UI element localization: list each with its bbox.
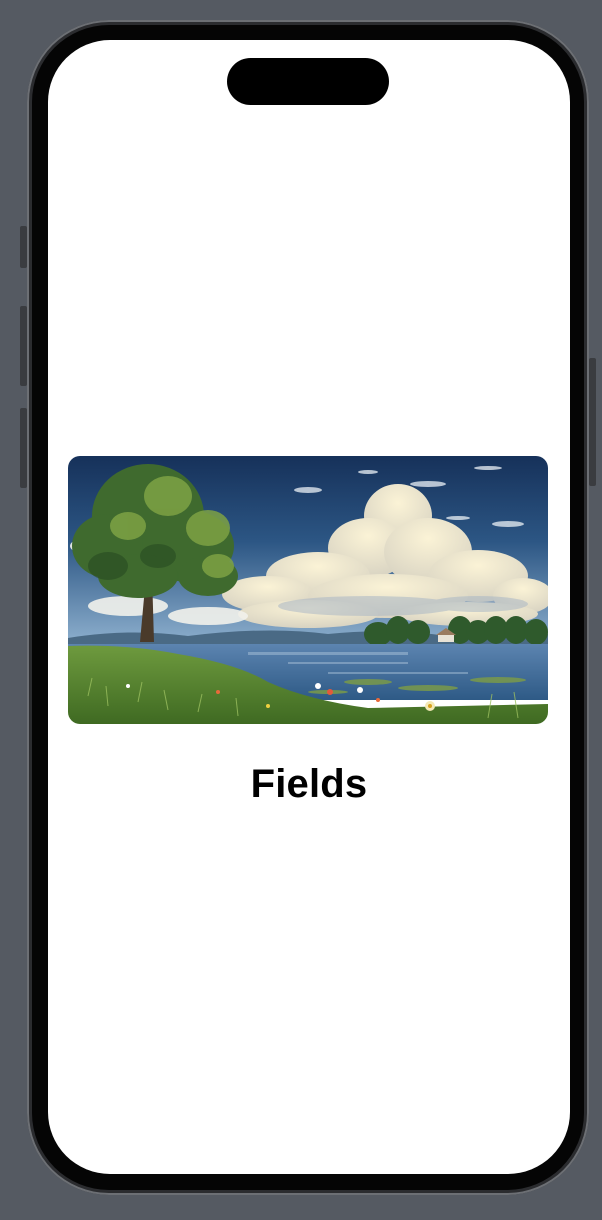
- volume-down-button: [20, 408, 27, 488]
- action-button: [20, 226, 27, 268]
- page-title: Fields: [250, 762, 368, 806]
- dynamic-island: [227, 58, 389, 105]
- power-button: [589, 358, 596, 486]
- app-screen: Fields: [48, 40, 570, 1174]
- volume-up-button: [20, 306, 27, 386]
- landscape-lake-tree-image: [68, 456, 548, 724]
